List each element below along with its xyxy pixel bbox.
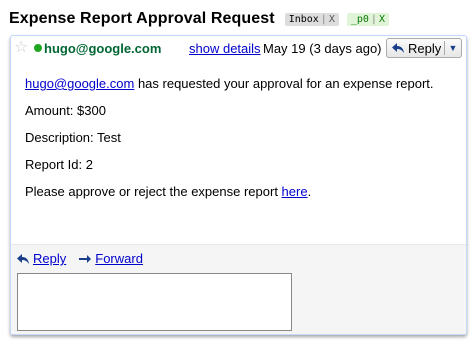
label-inbox: Inbox | X bbox=[284, 12, 339, 26]
reply-button-label: Reply bbox=[408, 40, 442, 56]
amount-line: Amount: $300 bbox=[25, 103, 106, 118]
remove-label-inbox-button[interactable]: X bbox=[329, 14, 335, 25]
requester-email-link[interactable]: hugo@google.com bbox=[25, 76, 134, 91]
thread-title-row: Expense Report Approval Request Inbox | … bbox=[9, 8, 389, 30]
thread-subject: Expense Report Approval Request bbox=[9, 10, 275, 27]
label-separator: | bbox=[320, 13, 327, 25]
footer-forward-link[interactable]: Forward bbox=[78, 251, 143, 266]
reply-arrow-icon bbox=[392, 43, 404, 53]
star-icon[interactable]: ☆ bbox=[14, 38, 28, 58]
approve-line: Please approve or reject the expense rep… bbox=[25, 184, 311, 200]
sender-name[interactable]: hugo@google.com bbox=[44, 41, 161, 56]
approve-text: Please approve or reject the expense rep… bbox=[25, 184, 282, 199]
label-inbox-name[interactable]: Inbox bbox=[289, 14, 319, 25]
message-card: ☆ hugo@google.com show details May 19 (3… bbox=[10, 35, 467, 335]
label-p0-name[interactable]: _p0 bbox=[351, 14, 369, 25]
reply-split-button: Reply ▼ bbox=[386, 38, 462, 58]
footer-reply-link[interactable]: Reply bbox=[16, 251, 66, 266]
show-details-link[interactable]: show details bbox=[189, 41, 261, 56]
quick-reply-textbox[interactable] bbox=[17, 273, 292, 331]
report-id-line: Report Id: 2 bbox=[25, 157, 93, 172]
label-p0: _p0 | X bbox=[346, 12, 389, 26]
message-date: May 19 (3 days ago) bbox=[263, 41, 382, 56]
reply-button[interactable]: Reply bbox=[387, 39, 444, 57]
reply-footer: Reply Forward bbox=[11, 244, 466, 334]
remove-label-p0-button[interactable]: X bbox=[379, 14, 385, 25]
here-link[interactable]: here bbox=[282, 184, 308, 199]
message-header: ☆ hugo@google.com show details May 19 (3… bbox=[11, 36, 466, 62]
label-separator: | bbox=[370, 13, 377, 25]
footer-reply-label: Reply bbox=[33, 251, 67, 266]
online-status-icon bbox=[34, 44, 42, 52]
reply-arrow-icon bbox=[17, 253, 29, 264]
request-text: has requested your approval for an expen… bbox=[134, 76, 434, 91]
footer-forward-label: Forward bbox=[95, 251, 143, 266]
forward-arrow-icon bbox=[79, 254, 92, 263]
body-request-line: hugo@google.com has requested your appro… bbox=[25, 76, 434, 92]
chevron-down-icon: ▼ bbox=[448, 43, 458, 53]
footer-actions: Reply Forward bbox=[16, 251, 143, 266]
trailing-period: . bbox=[307, 184, 312, 199]
description-line: Description: Test bbox=[25, 130, 121, 145]
more-actions-dropdown[interactable]: ▼ bbox=[445, 39, 461, 57]
